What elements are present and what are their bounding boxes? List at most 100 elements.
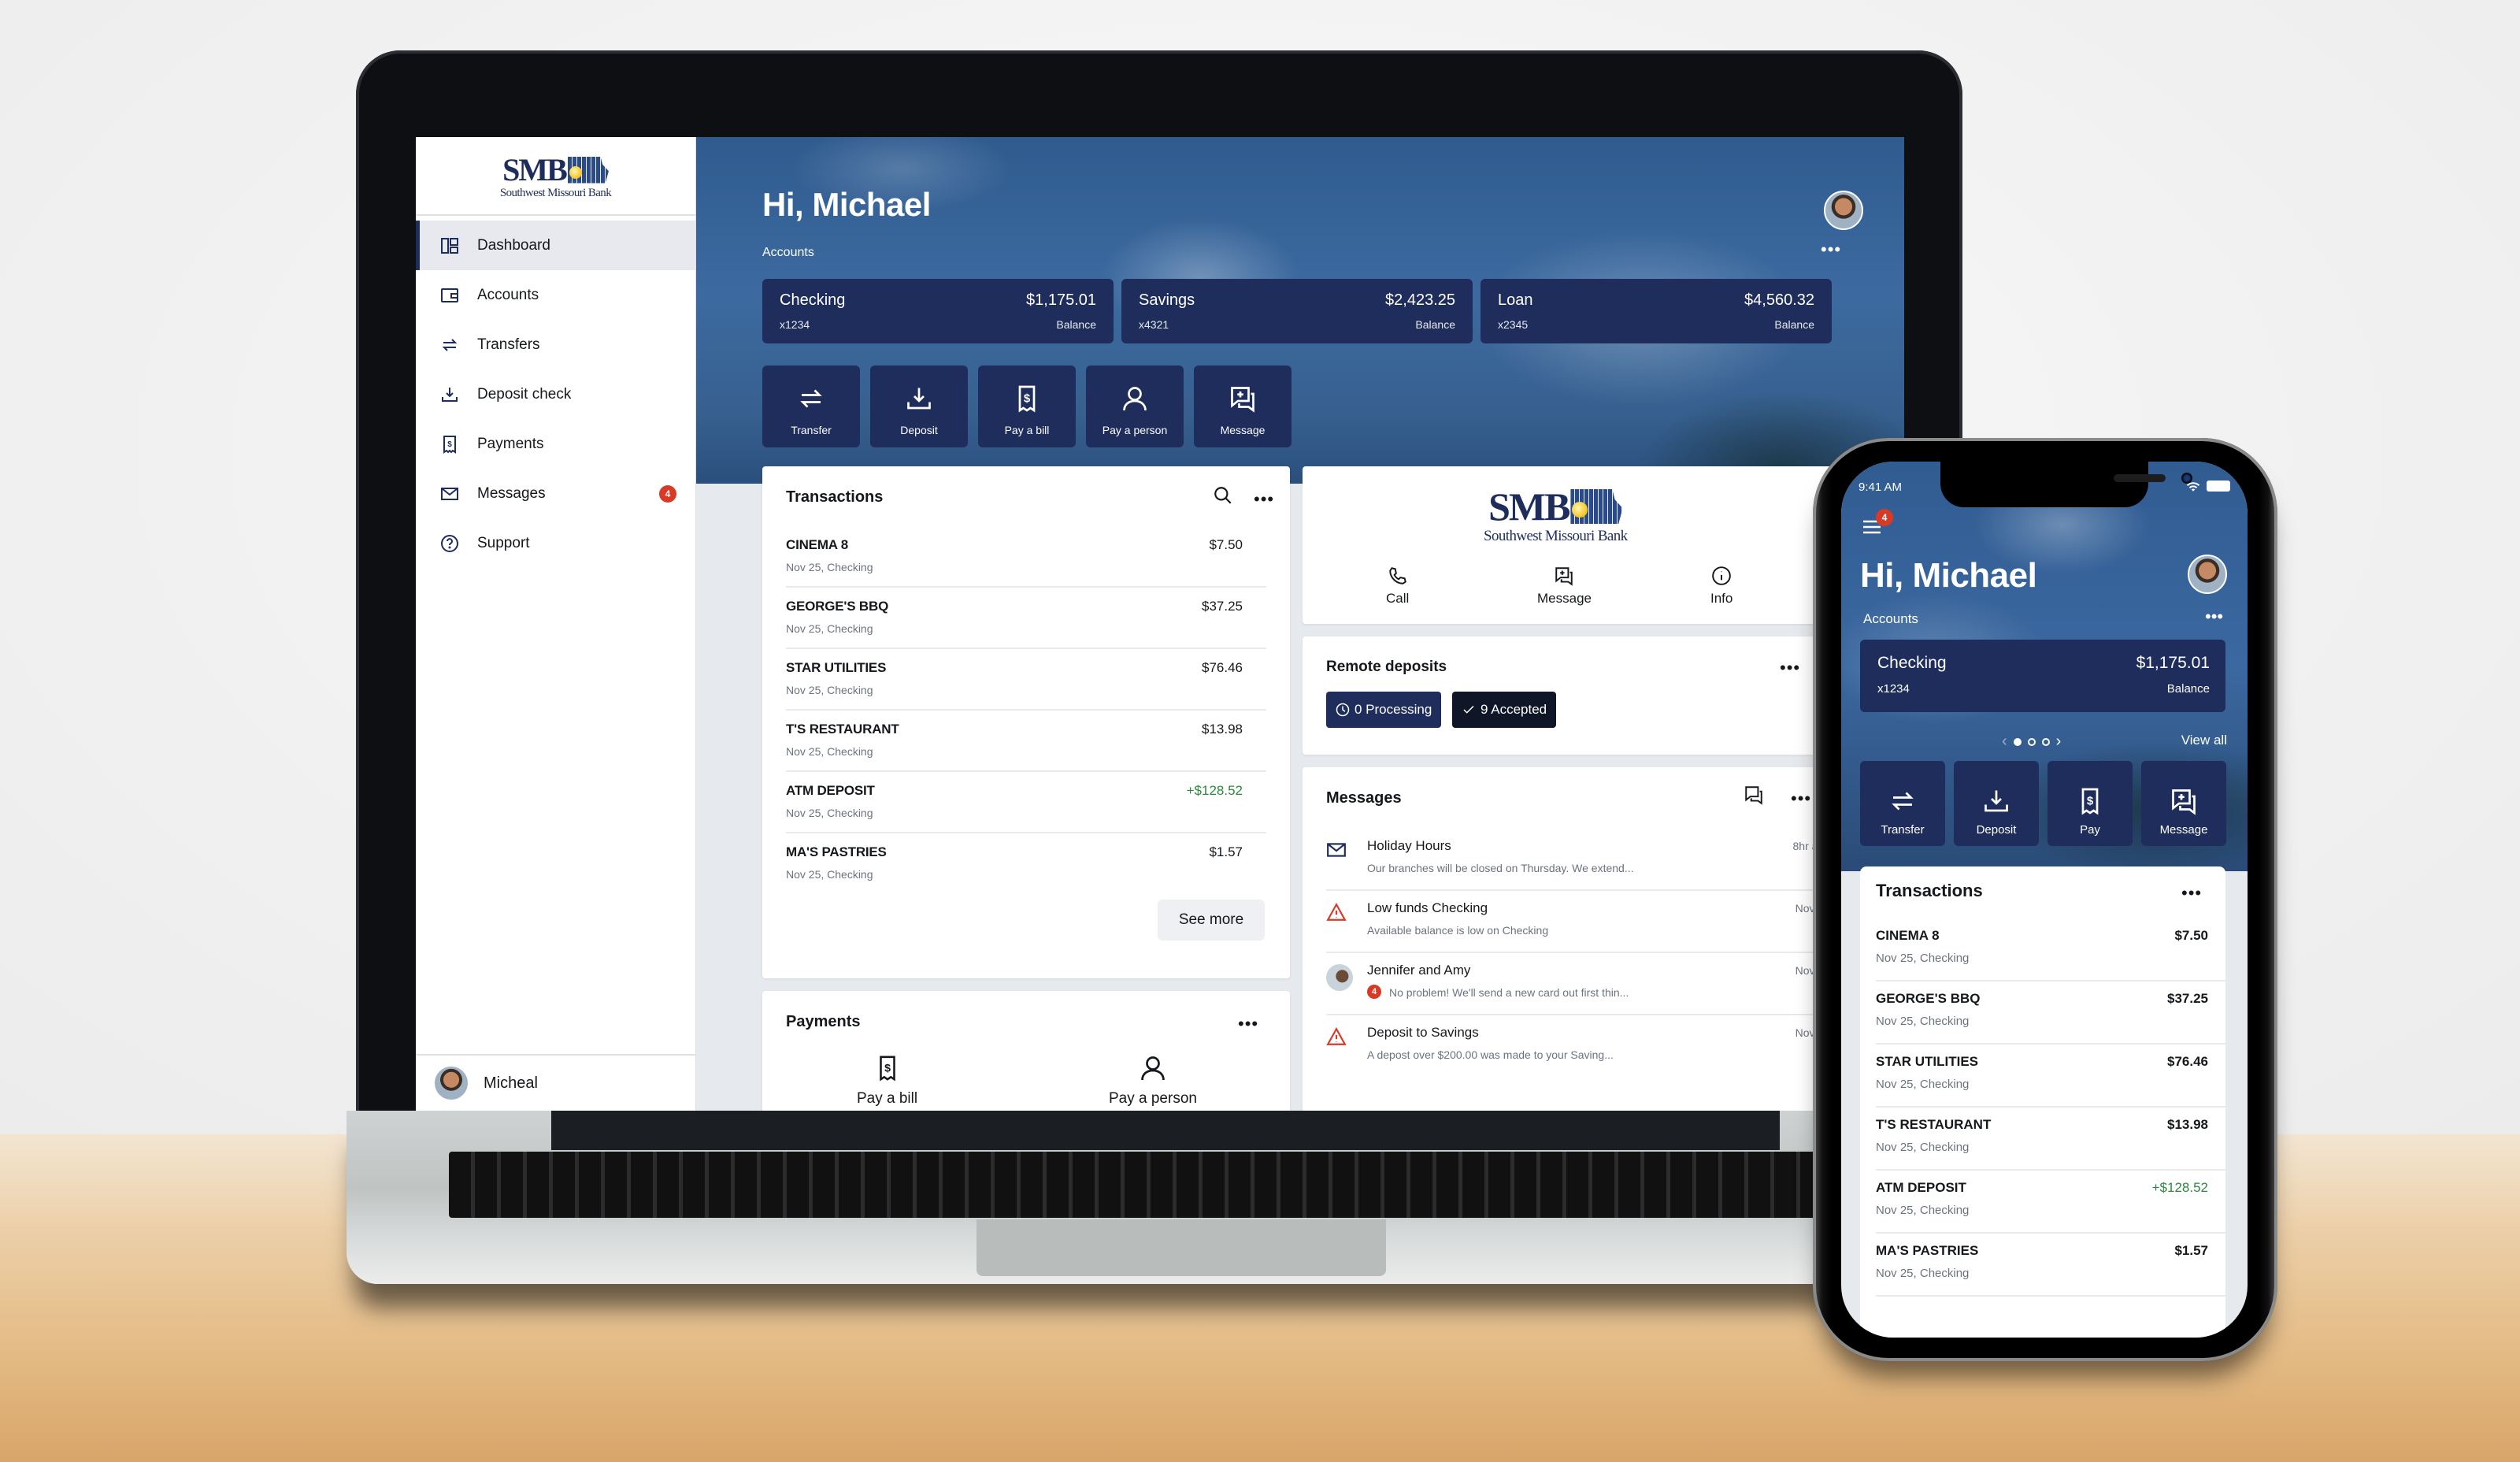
phone-greeting: Hi, Michael <box>1860 556 2037 595</box>
pay-person-item[interactable]: Pay a person <box>1109 1054 1197 1108</box>
transaction-amount: $37.25 <box>1202 599 1243 614</box>
clock-icon <box>1336 703 1350 717</box>
transaction-row[interactable]: ATM DEPOSIT Nov 25, Checking +$128.52 <box>786 772 1266 833</box>
transaction-row[interactable]: GEORGE'S BBQ Nov 25, Checking $37.25 <box>786 588 1266 649</box>
phone-account-card[interactable]: Checking x1234 $1,175.01 Balance <box>1860 640 2225 712</box>
pay-person-button[interactable]: Pay a person <box>1086 366 1184 447</box>
bank-logo[interactable]: SMB Southwest Missouri Bank <box>416 137 695 216</box>
sidebar-item-support[interactable]: Support <box>416 518 695 568</box>
transactions-more-icon[interactable]: ••• <box>1254 491 1274 508</box>
menu-badge: 4 <box>1876 509 1893 526</box>
transaction-date-account: Nov 25, Checking <box>786 745 873 758</box>
accounts-more-icon[interactable]: ••• <box>1821 241 1841 258</box>
messages-more-icon[interactable]: ••• <box>1791 790 1811 807</box>
bill-icon: $ <box>2081 788 2099 815</box>
account-card-checking[interactable]: Checking x1234 $1,175.01 Balance <box>762 279 1114 343</box>
user-profile[interactable]: Micheal <box>416 1054 696 1111</box>
account-balance: $2,423.25 <box>1385 291 1455 309</box>
message-row[interactable]: Holiday Hours Our branches will be closed… <box>1326 829 1830 891</box>
phone-transaction-row[interactable]: GEORGE'S BBQ Nov 25, Checking $37.25 <box>1876 981 2225 1045</box>
message-button[interactable]: Message <box>1194 366 1292 447</box>
transaction-name: ATM DEPOSIT <box>786 783 875 798</box>
phone-transactions-more-icon[interactable]: ••• <box>2181 885 2202 902</box>
phone-transfer-button[interactable]: Transfer <box>1860 761 1945 846</box>
person-icon <box>1123 387 1147 411</box>
sidebar-item-payments[interactable]: $ Payments <box>416 419 695 469</box>
missouri-map-icon <box>1570 489 1623 524</box>
phone-message-button[interactable]: Message <box>2141 761 2226 846</box>
see-more-button[interactable]: See more <box>1158 900 1265 941</box>
transaction-amount: +$128.52 <box>1186 783 1243 798</box>
phone-transaction-row[interactable]: CINEMA 8 Nov 25, Checking $7.50 <box>1876 918 2225 981</box>
pager-dot[interactable] <box>2041 737 2050 746</box>
call-button[interactable]: Call <box>1386 566 1409 607</box>
phone-transaction-row[interactable]: MA'S PASTRIES Nov 25, Checking $1.57 <box>1876 1234 2225 1297</box>
sidebar-item-accounts[interactable]: Accounts <box>416 270 695 320</box>
account-card-savings[interactable]: Savings x4321 $2,423.25 Balance <box>1121 279 1473 343</box>
phone-transaction-row[interactable]: T'S RESTAURANT Nov 25, Checking $13.98 <box>1876 1108 2225 1171</box>
transaction-date-account: Nov 25, Checking <box>786 868 873 881</box>
messages-count-badge: 4 <box>659 484 676 503</box>
phone-transaction-row[interactable]: STAR UTILITIES Nov 25, Checking $76.46 <box>1876 1045 2225 1108</box>
deposit-button[interactable]: Deposit <box>870 366 968 447</box>
contact-label: Message <box>1537 591 1592 606</box>
account-card-loan[interactable]: Loan x2345 $4,560.32 Balance <box>1480 279 1832 343</box>
transfer-button[interactable]: Transfer <box>762 366 860 447</box>
transaction-name: T'S RESTAURANT <box>1876 1117 1992 1132</box>
sidebar-nav: Dashboard Accounts Transfers Deposit che… <box>416 221 695 568</box>
account-number: x4321 <box>1139 318 1169 331</box>
svg-text:$: $ <box>1024 392 1031 406</box>
remote-deposits-more-icon[interactable]: ••• <box>1780 659 1800 677</box>
pay-bill-item[interactable]: $ Pay a bill <box>857 1054 917 1108</box>
transaction-row[interactable]: T'S RESTAURANT Nov 25, Checking $13.98 <box>786 711 1266 772</box>
phone-accounts-more-icon[interactable]: ••• <box>2205 608 2223 625</box>
missouri-map-icon <box>567 156 609 184</box>
transaction-row[interactable]: MA'S PASTRIES Nov 25, Checking $1.57 <box>786 833 1266 895</box>
transaction-amount: $37.25 <box>2167 991 2208 1006</box>
search-icon[interactable] <box>1213 485 1233 506</box>
profile-avatar[interactable] <box>1824 191 1863 230</box>
logo-subtitle: Southwest Missouri Bank <box>499 187 612 199</box>
info-icon <box>1712 566 1731 585</box>
message-row[interactable]: Jennifer and Amy 4 No problem! We'll send … <box>1326 953 1830 1015</box>
transaction-amount: $1.57 <box>1209 844 1243 859</box>
pager-dot[interactable] <box>2027 737 2036 746</box>
sidebar-item-messages[interactable]: Messages 4 <box>416 469 695 518</box>
transaction-date-account: Nov 25, Checking <box>1876 1141 1970 1154</box>
balance-label: Balance <box>1056 318 1096 331</box>
info-button[interactable]: Info <box>1710 566 1732 607</box>
transaction-row[interactable]: CINEMA 8 Nov 25, Checking $7.50 <box>786 526 1266 588</box>
message-title: Deposit to Savings <box>1367 1025 1479 1040</box>
phone-deposit-button[interactable]: Deposit <box>1954 761 2039 846</box>
phone-pay-button[interactable]: $ Pay <box>2048 761 2133 846</box>
transaction-date-account: Nov 25, Checking <box>1876 1015 1970 1028</box>
message-title: Jennifer and Amy <box>1367 963 1471 978</box>
sidebar-item-dashboard[interactable]: Dashboard <box>416 221 695 270</box>
phone-transaction-row[interactable]: ATM DEPOSIT Nov 25, Checking +$128.52 <box>1876 1171 2225 1234</box>
accepted-chip[interactable]: 9 Accepted <box>1452 692 1557 728</box>
pay-bill-button[interactable]: $ Pay a bill <box>978 366 1076 447</box>
chevron-right-icon[interactable]: › <box>2056 733 2062 751</box>
view-all-link[interactable]: View all <box>2181 733 2227 748</box>
transaction-row[interactable]: STAR UTILITIES Nov 25, Checking $76.46 <box>786 649 1266 711</box>
sidebar-item-label: Payments <box>477 435 544 452</box>
mail-icon <box>439 484 460 504</box>
transaction-name: STAR UTILITIES <box>786 660 887 675</box>
logo-text: SMB <box>502 152 568 187</box>
transaction-amount: $13.98 <box>1202 722 1243 737</box>
contact-message-button[interactable]: Message <box>1537 566 1592 607</box>
chevron-left-icon[interactable]: ‹ <box>2002 733 2007 751</box>
pager-dot[interactable] <box>2013 737 2022 746</box>
new-conversation-icon[interactable] <box>1744 785 1764 805</box>
processing-chip[interactable]: 0 Processing <box>1326 692 1442 728</box>
payments-more-icon[interactable]: ••• <box>1238 1015 1258 1033</box>
message-row[interactable]: Deposit to Savings A depost over $200.00 … <box>1326 1015 1830 1078</box>
deposit-icon <box>439 384 460 405</box>
sidebar-item-transfers[interactable]: Transfers <box>416 320 695 369</box>
phone-icon <box>1388 567 1406 584</box>
payments-card: Payments ••• $ Pay a bill Pay a person <box>762 991 1290 1111</box>
phone-profile-avatar[interactable] <box>2188 555 2227 594</box>
account-balance: $1,175.01 <box>1026 291 1096 309</box>
message-row[interactable]: Low funds Checking Available balance is l… <box>1326 891 1830 953</box>
sidebar-item-deposit-check[interactable]: Deposit check <box>416 369 695 419</box>
